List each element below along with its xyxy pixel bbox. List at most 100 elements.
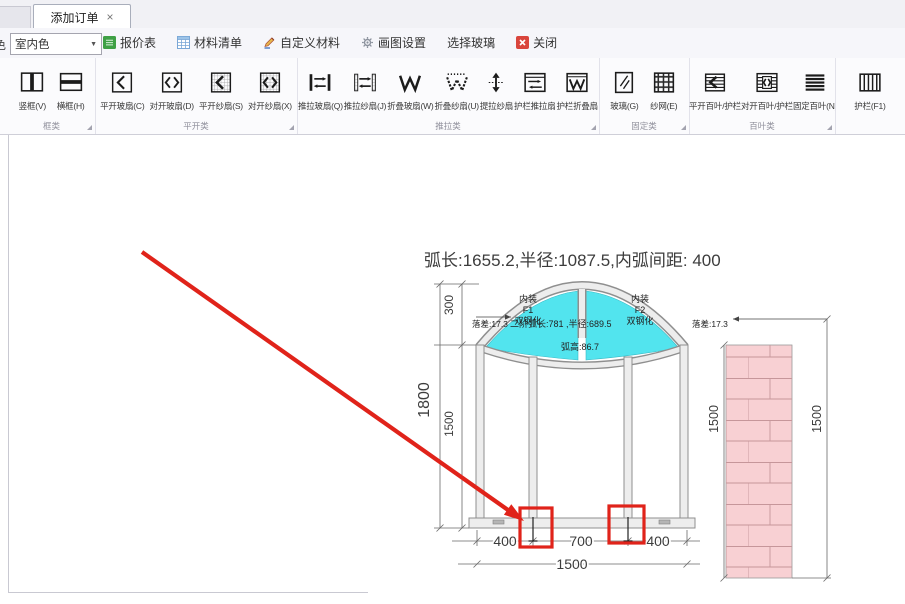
folding-screen-icon: [443, 67, 471, 98]
ribbon: 竖框(V) 横框(H) 框类 平开玻扇(C) 对开玻扇(D) 平开纱扇(S): [0, 58, 905, 135]
ribbon-group-louver: 平开百叶/护栏 对开百叶/护栏 固定百叶(N) 百叶类: [689, 58, 836, 134]
ribbon-item-sliding-screen-sash[interactable]: 推拉纱扇(J): [344, 67, 387, 112]
arc-height-label: 弧高:86.7: [561, 341, 599, 352]
gear-icon: [361, 36, 374, 49]
material-list-button[interactable]: 材料清单: [174, 32, 245, 53]
tab-label: 添加订单: [50, 9, 98, 26]
group-label-casement: 平开类: [95, 120, 297, 132]
tab-close-icon[interactable]: ×: [107, 11, 114, 23]
group-dialog-launcher-icon[interactable]: [591, 125, 596, 130]
ribbon-item-horizontal-frame[interactable]: 横框(H): [57, 67, 85, 112]
select-glass-label: 选择玻璃: [447, 34, 495, 51]
interior-color-value: 室内色: [15, 36, 50, 52]
sill-tab: [659, 520, 670, 524]
group-dialog-launcher-icon[interactable]: [289, 125, 294, 130]
ribbon-item-fixed-screen[interactable]: 纱网(E): [650, 67, 678, 112]
interior-color-select[interactable]: 室内色 ▼: [10, 33, 102, 55]
ribbon-item-casement-glass-sash[interactable]: 平开玻扇(C): [100, 67, 144, 112]
custom-material-label: 自定义材料: [280, 34, 340, 51]
select-glass-button[interactable]: 选择玻璃: [444, 32, 498, 53]
drop-left-label: 落差:17.3: [472, 319, 508, 329]
dim-bottom-right: 400: [646, 533, 670, 549]
pencil-icon: [263, 36, 276, 49]
ribbon-group-fixed: 玻璃(G) 纱网(E) 固定类: [599, 58, 690, 134]
group-dialog-launcher-icon[interactable]: [681, 125, 686, 130]
ribbon-item-railing-folding-sash[interactable]: 护栏折叠扇: [556, 67, 598, 112]
dim-inner-height: 1500: [444, 411, 456, 437]
group-dialog-launcher-icon[interactable]: [827, 125, 832, 130]
folding-glass-icon: [396, 67, 424, 98]
chevron-down-icon: ▼: [90, 41, 97, 48]
panel-f1-line1: 内装: [519, 293, 537, 304]
ribbon-item-folding-glass-sash[interactable]: 折叠玻扇(W): [387, 67, 433, 112]
ribbon-item-vertical-frame[interactable]: 竖框(V): [18, 67, 46, 112]
arc-info-label: 二阶弧长:781 ,半径:689.5: [510, 318, 612, 329]
tab-add-order[interactable]: 添加订单 ×: [33, 4, 131, 29]
ribbon-item-casement-louver-railing[interactable]: 平开百叶/护栏: [689, 67, 741, 112]
dim-arch-rise: 300: [442, 295, 456, 315]
ribbon-item-railing[interactable]: 护栏(F1): [854, 67, 885, 112]
sill-tab: [493, 520, 504, 524]
brick-wall: [726, 345, 792, 578]
ribbon-group-sliding: 推拉玻扇(Q) 推拉纱扇(J) 折叠玻扇(W) 折叠纱扇(U) 提拉纱扇 护栏推…: [297, 58, 600, 134]
double-casement-glass-icon: [158, 67, 186, 98]
panel-f2-line1: 内装: [631, 293, 649, 304]
group-label-sliding: 推拉类: [297, 120, 599, 132]
quotation-label: 报价表: [120, 34, 156, 51]
color-label-partial: 色: [0, 36, 6, 53]
sliding-glass-icon: [306, 67, 334, 98]
ribbon-item-fixed-glass[interactable]: 玻璃(G): [610, 67, 638, 112]
railing-sliding-icon: [521, 67, 549, 98]
group-label-louver: 百叶类: [689, 120, 835, 132]
dim-right-height-1: 1500: [707, 405, 721, 433]
ribbon-item-double-casement-glass-sash[interactable]: 对开玻扇(D): [150, 67, 194, 112]
material-list-icon: [177, 36, 190, 49]
material-list-label: 材料清单: [194, 34, 242, 51]
sliding-screen-icon: [351, 67, 379, 98]
design-canvas[interactable]: 内装 F1 双钢化 内装 F2 双钢化 落差:17.3 二阶弧长:781 ,半径…: [0, 135, 905, 604]
lift-screen-icon: [482, 67, 510, 98]
group-dialog-launcher-icon[interactable]: [87, 125, 92, 130]
fixed-screen-icon: [650, 67, 678, 98]
ribbon-item-folding-screen-sash[interactable]: 折叠纱扇(U): [435, 67, 479, 112]
casement-screen-icon: [207, 67, 235, 98]
horizontal-frame-icon: [57, 67, 85, 98]
double-casement-screen-icon: [256, 67, 284, 98]
ribbon-item-lift-screen-sash[interactable]: 提拉纱扇: [480, 67, 513, 112]
custom-material-button[interactable]: 自定义材料: [260, 32, 343, 53]
ribbon-item-double-casement-louver-railing[interactable]: 对开百叶/护栏: [741, 67, 793, 112]
fixed-glass-icon: [610, 67, 638, 98]
panel-f2-line2: F2: [635, 305, 646, 315]
dim-bottom-mid: 700: [569, 533, 593, 549]
close-button[interactable]: 关闭: [513, 32, 560, 53]
railing-icon: [856, 67, 884, 98]
ribbon-item-sliding-glass-sash[interactable]: 推拉玻扇(Q): [298, 67, 343, 112]
panel-f2-line3: 双钢化: [626, 315, 653, 326]
group-label-frame: 框类: [8, 120, 95, 132]
ribbon-item-fixed-louver[interactable]: 固定百叶(N): [793, 67, 836, 112]
drawing-settings-button[interactable]: 画图设置: [358, 32, 429, 53]
vertical-frame-icon: [18, 67, 46, 98]
ribbon-group-casement: 平开玻扇(C) 对开玻扇(D) 平开纱扇(S) 对开纱扇(X) 平开类: [95, 58, 298, 134]
ribbon-item-casement-screen-sash[interactable]: 平开纱扇(S): [199, 67, 243, 112]
quotation-button[interactable]: 报价表: [100, 32, 159, 53]
dim-bottom-left: 400: [493, 533, 517, 549]
window-frame[interactable]: [469, 345, 695, 528]
toolbar-buttons: 报价表 材料清单 自定义材料 画图设置 选择玻璃 关闭: [100, 28, 560, 57]
ribbon-item-railing-sliding-sash[interactable]: 护栏推拉扇: [514, 67, 556, 112]
tab-partial[interactable]: [0, 6, 31, 29]
ribbon-item-double-casement-screen-sash[interactable]: 对开纱扇(X): [248, 67, 292, 112]
toolbar: 色 室内色 ▼ 报价表 材料清单 自定义材料 画图设置 选择玻璃 关闭: [0, 28, 905, 59]
annotation-red-arrow: [142, 252, 524, 521]
casement-louver-icon: [701, 67, 729, 98]
close-x-icon: [516, 36, 529, 49]
ribbon-group-frame: 竖框(V) 横框(H) 框类: [8, 58, 96, 134]
panel-f1-line2: F1: [523, 305, 534, 315]
dim-total-height: 1800: [416, 382, 433, 418]
group-label-fixed: 固定类: [599, 120, 689, 132]
drawing-settings-label: 画图设置: [378, 34, 426, 51]
dim-bottom-total: 1500: [556, 556, 587, 572]
fixed-louver-icon: [801, 67, 829, 98]
tab-bar: 添加订单 ×: [0, 0, 905, 28]
ribbon-group-railing: 护栏(F1): [835, 58, 905, 134]
